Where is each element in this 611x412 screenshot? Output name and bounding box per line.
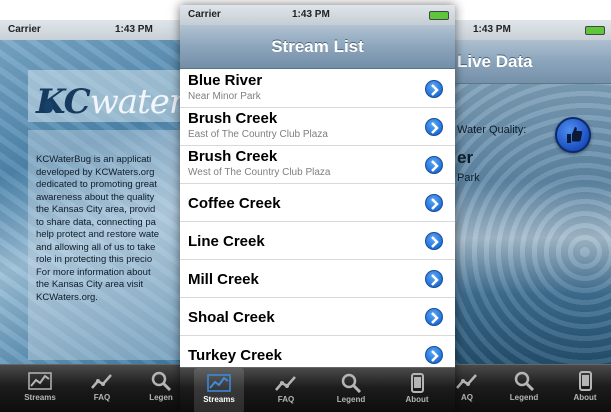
stream-row-brush-creek-west[interactable]: Brush Creek West of The Country Club Pla… [180, 146, 455, 184]
stream-row-line-creek[interactable]: Line Creek [180, 222, 455, 260]
trend-icon [275, 376, 296, 391]
tab-bar: Streams FAQ Legen [0, 364, 180, 412]
magnifier-icon [341, 373, 362, 393]
stream-row-blue-river[interactable]: Blue River Near Minor Park [180, 70, 455, 108]
water-quality-label: Water Quality: [457, 124, 527, 136]
tab-legend[interactable]: Legend [328, 368, 374, 412]
live-data-screen: 1:43 PM Live Data Water Quality: er Park… [437, 20, 611, 412]
magnifier-icon [151, 371, 172, 391]
screen-title: Stream List [271, 37, 364, 56]
disclosure-icon[interactable] [425, 118, 443, 136]
disclosure-icon[interactable] [425, 194, 443, 212]
stream-location: Park [457, 172, 480, 184]
status-bar: Carrier 1:43 PM [180, 5, 455, 25]
phone-icon [411, 373, 424, 393]
trend-icon [91, 374, 112, 389]
disclosure-icon[interactable] [425, 232, 443, 250]
trend-icon [456, 374, 477, 389]
about-screen: Carrier 1:43 PM KCwaters KCWaterBug is a… [0, 20, 180, 412]
screen-title: Live Data [457, 52, 533, 71]
stream-title: Turkey Creek [188, 347, 282, 364]
battery-icon [429, 11, 449, 20]
status-time: 1:43 PM [292, 9, 330, 20]
tab-faq[interactable]: FAQ [82, 365, 122, 412]
graph-icon [207, 374, 231, 392]
kcwaters-logo: KCwaters [36, 82, 180, 122]
stream-list-screen: Carrier 1:43 PM Stream List Blue River N… [180, 5, 455, 412]
stream-title: Brush Creek [188, 110, 278, 127]
rating-button[interactable] [555, 117, 591, 153]
disclosure-icon[interactable] [425, 270, 443, 288]
stream-row-brush-creek-east[interactable]: Brush Creek East of The Country Club Pla… [180, 108, 455, 146]
about-description: KCWaterBug is an applicati developed by … [36, 154, 160, 303]
phone-icon [579, 371, 592, 391]
tab-about[interactable]: About [565, 365, 605, 412]
stream-title: Line Creek [188, 233, 265, 250]
stream-row-shoal-creek[interactable]: Shoal Creek [180, 298, 455, 336]
tab-faq[interactable]: FAQ [264, 368, 308, 412]
status-time: 1:43 PM [473, 24, 511, 35]
stream-subtitle: East of The Country Club Plaza [188, 129, 328, 140]
stream-title: Brush Creek [188, 148, 278, 165]
water-drop-icon [44, 100, 53, 113]
stream-name: er [457, 148, 474, 167]
stream-row-mill-creek[interactable]: Mill Creek [180, 260, 455, 298]
stream-title: Blue River [188, 72, 263, 89]
tab-streams[interactable]: Streams [194, 368, 244, 412]
disclosure-icon[interactable] [425, 156, 443, 174]
stream-title: Coffee Creek [188, 195, 281, 212]
stream-subtitle: Near Minor Park [188, 91, 261, 102]
tab-legend[interactable]: Legend [501, 365, 547, 412]
tab-bar: Streams FAQ Legend About [180, 367, 455, 412]
stream-list: Blue River Near Minor Park Brush Creek E… [180, 70, 455, 374]
status-bar: Carrier 1:43 PM [0, 20, 180, 40]
tab-about[interactable]: About [394, 368, 440, 412]
battery-icon [585, 26, 605, 35]
status-bar: 1:43 PM [437, 20, 611, 40]
tab-streams[interactable]: Streams [18, 365, 62, 412]
carrier-label: Carrier [8, 24, 41, 35]
stream-subtitle: West of The Country Club Plaza [188, 167, 331, 178]
magnifier-icon [514, 371, 535, 391]
status-time: 1:43 PM [115, 24, 153, 35]
stream-row-coffee-creek[interactable]: Coffee Creek [180, 184, 455, 222]
stream-title: Shoal Creek [188, 309, 275, 326]
disclosure-icon[interactable] [425, 308, 443, 326]
carrier-label: Carrier [188, 9, 221, 20]
tab-legend[interactable]: Legen [142, 365, 180, 412]
graph-icon [28, 372, 52, 390]
thumbs-up-icon [567, 127, 583, 143]
disclosure-icon[interactable] [425, 346, 443, 364]
tab-bar: AQ Legend About [437, 364, 611, 412]
stream-title: Mill Creek [188, 271, 259, 288]
disclosure-icon[interactable] [425, 80, 443, 98]
